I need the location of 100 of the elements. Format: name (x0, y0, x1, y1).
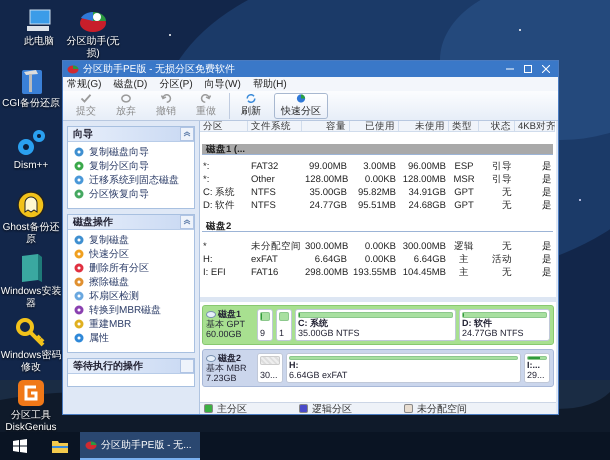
disk-group-header[interactable]: 磁盘1 (... (202, 144, 553, 155)
table-cell-text: 96.00MB (406, 160, 447, 173)
desktop-icon-label[interactable]: Windows密码修改 (0, 350, 62, 373)
disk-tool-icon[interactable] (16, 378, 46, 408)
table-cell-text: 128.00MB (402, 173, 447, 186)
table-cell-text: 无 (501, 266, 513, 279)
collapse-button[interactable] (180, 215, 194, 229)
folder-icon[interactable] (52, 440, 68, 452)
task-link[interactable]: 快速分区 (74, 248, 188, 260)
disk-size: 7.23GB (206, 373, 238, 383)
column-header[interactable]: 已使用 (350, 121, 399, 132)
task-link[interactable]: 重建MBR (74, 318, 188, 330)
window-title: 分区助手PE版 - 无损分区免费软件 (83, 62, 236, 76)
disk-icon (206, 310, 216, 318)
disk-bar[interactable]: 磁盘1 基本 GPT 60.00GB 9 1 C: 系统 35.00GB NTFS D: 软件 24.77GB NTFS (202, 305, 554, 345)
windows-logo-icon[interactable] (13, 439, 27, 453)
disk-type: 基本 GPT (206, 319, 246, 329)
disk-bar[interactable]: 磁盘2 基本 MBR 7.23GB 30... H: 6.64GB exFAT I:... 29... (202, 349, 554, 387)
partition-block[interactable]: C: 系统 35.00GB NTFS (295, 309, 456, 341)
partition-detail: 24.77GB NTFS (462, 328, 525, 338)
maximize-icon[interactable] (524, 65, 532, 73)
table-cell-text: 298.00MB (304, 266, 350, 279)
partition-block[interactable]: H: 6.64GB exFAT (286, 353, 521, 383)
table-cell-text: 主 (458, 266, 470, 279)
table-cell-text: 0.00KB (364, 253, 397, 266)
table-cell-text: 活动 (491, 253, 513, 266)
task-link[interactable]: 擦除磁盘 (74, 276, 188, 288)
table-cell-text: 0.00KB (364, 240, 397, 253)
table-cell-text: MSR (452, 173, 476, 186)
column-header[interactable]: 分区 (200, 121, 248, 132)
panel-title: 磁盘操作 (73, 216, 113, 229)
close-icon[interactable] (542, 65, 550, 73)
app-icon (67, 64, 79, 74)
disk-name: 磁盘1 (218, 309, 242, 319)
task-link[interactable]: 复制分区向导 (74, 160, 188, 172)
partition-label: D: 软件 (462, 318, 493, 328)
table-cell-text: FAT16 (250, 266, 280, 279)
desktop-icon-label[interactable]: 分区工具DiskGenius (0, 410, 62, 433)
desktop-icon-label[interactable]: Dism++ (14, 160, 48, 172)
table-cell-text: 是 (541, 186, 553, 199)
partition-block[interactable]: I:... 29... (524, 353, 550, 383)
column-header[interactable]: 类型 (449, 121, 479, 132)
table-cell-text: 无 (501, 240, 513, 253)
task-link[interactable]: 复制磁盘向导 (74, 146, 188, 158)
column-header[interactable]: 文件系统 (248, 121, 302, 132)
undo-icon (159, 94, 173, 102)
column-header[interactable]: 容量 (302, 121, 350, 132)
collapse-button[interactable] (180, 127, 194, 141)
task-link[interactable]: 复制磁盘 (74, 234, 188, 246)
key-icon[interactable] (16, 318, 46, 348)
desktop-icon-label[interactable]: Windows安装器 (0, 286, 62, 309)
check-icon (79, 94, 93, 102)
partition-block[interactable]: 9 (257, 309, 273, 341)
collapse-icon (183, 219, 191, 225)
table-cell-text: 34.91GB (408, 186, 447, 199)
partition-detail: 9 (260, 328, 266, 338)
column-header[interactable]: 4KB对齐 (515, 121, 555, 132)
legend-label: 逻辑分区 (312, 402, 352, 416)
partition-block[interactable]: D: 软件 24.77GB NTFS (459, 309, 550, 341)
task-link[interactable]: 分区恢复向导 (74, 188, 188, 200)
desktop-icon-label[interactable]: Ghost备份还原 (0, 222, 62, 245)
table-cell-text: FAT32 (250, 160, 280, 173)
menu-item[interactable]: 常规(G) (67, 77, 102, 91)
taskbar-button[interactable]: 分区助手PE版 - 无... (80, 432, 200, 460)
menu-item[interactable]: 磁盘(D) (113, 77, 148, 91)
partition-block[interactable]: 30... (257, 353, 283, 383)
ghost-icon[interactable] (16, 190, 46, 220)
disk-group-header[interactable]: 磁盘2 (202, 221, 553, 232)
table-cell-text: 6.64GB (314, 253, 348, 266)
column-header[interactable]: 状态 (479, 121, 515, 132)
table-cell-text: 无 (501, 186, 513, 199)
partition-detail: 6.64GB exFAT (289, 370, 348, 380)
table-cell-text: 是 (541, 240, 553, 253)
table-cell-text: 主 (458, 253, 470, 266)
table-cell-text: exFAT (250, 253, 279, 266)
partition-block[interactable]: 1 (276, 309, 292, 341)
table-cell-text: 128.00MB (304, 173, 350, 186)
task-link[interactable]: 删除所有分区 (74, 262, 188, 274)
toolbar-button[interactable]: 快速分区 (274, 92, 328, 118)
desktop-icon-label[interactable]: 此电脑 (24, 36, 54, 48)
table-cell-text: 24.77GB (308, 199, 348, 212)
table-cell-text: D: 软件 (202, 199, 236, 212)
table-cell-text: 35.00GB (308, 186, 348, 199)
menu-item[interactable]: 帮助(H) (252, 77, 287, 91)
task-link[interactable]: 坏扇区检测 (74, 290, 188, 302)
table-cell-text: 95.82MB (356, 186, 397, 199)
table-cell-text: *: (202, 173, 210, 186)
task-link[interactable]: 转换到MBR磁盘 (74, 304, 188, 316)
menu-item[interactable]: 分区(P) (159, 77, 193, 91)
column-header[interactable]: 未使用 (399, 121, 449, 132)
table-cell-text: 104.45MB (402, 266, 447, 279)
toolbar-button[interactable]: 刷新 (234, 92, 268, 118)
desktop-icon-label[interactable]: 分区助手(无损) (62, 36, 124, 59)
menu-item[interactable]: 向导(W) (204, 77, 241, 91)
refresh-icon (244, 94, 258, 102)
task-link[interactable]: 迁移系统到固态磁盘 (74, 174, 188, 186)
pie-chart-icon (85, 440, 97, 450)
panel-title: 等待执行的操作 (73, 360, 143, 373)
desktop-icon-label[interactable]: CGI备份还原 (2, 98, 60, 110)
task-link[interactable]: 属性 (74, 332, 188, 344)
